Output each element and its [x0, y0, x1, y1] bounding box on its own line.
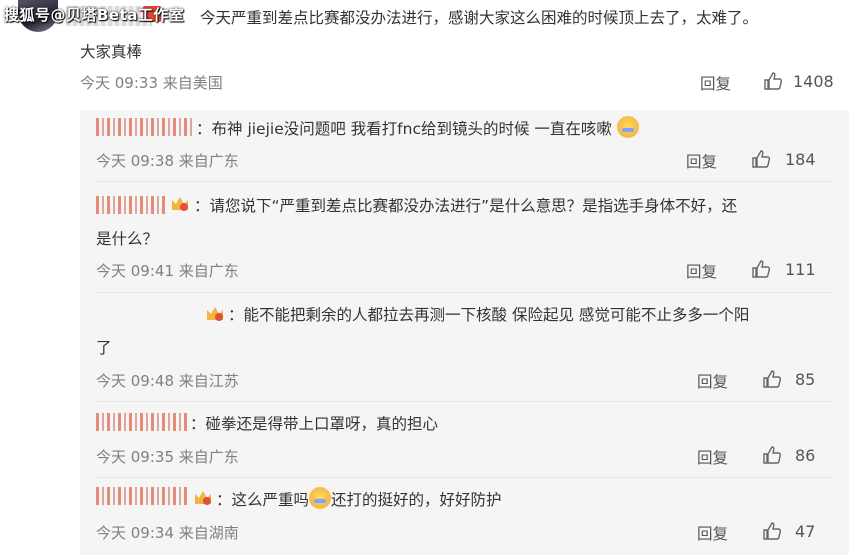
reply-username-blurred[interactable] [96, 196, 168, 214]
reply-timestamp: 今天 09:35 来自广东 [96, 448, 239, 466]
reply-username-blurred[interactable] [96, 118, 194, 136]
like-count: 1408 [793, 72, 834, 91]
divider [96, 401, 833, 402]
like-count: 184 [785, 150, 816, 169]
divider [96, 292, 833, 293]
reply-timestamp: 今天 09:34 来自湖南 [96, 524, 239, 542]
reply-button[interactable]: 回复 [697, 446, 728, 468]
thumbs-up-icon[interactable] [762, 521, 782, 541]
reply-text-continued: 了 [96, 339, 112, 357]
like-count: 85 [795, 370, 816, 389]
crown-badge-icon [170, 195, 190, 213]
crown-badge-icon [193, 489, 213, 507]
divider [96, 477, 833, 478]
reply-timestamp: 今天 09:38 来自广东 [96, 152, 239, 170]
reply-button[interactable]: 回复 [686, 150, 717, 172]
thumbs-up-icon[interactable] [751, 149, 771, 169]
like-count: 86 [795, 446, 816, 465]
crying-face-icon [616, 116, 639, 138]
divider [96, 181, 833, 182]
comment-text-continued: 大家真棒 [80, 43, 143, 61]
thumbs-up-icon[interactable] [751, 259, 771, 279]
reply-button[interactable]: 回复 [700, 72, 731, 94]
reply-text: ：这么严重吗 还打的挺好的，好好防护 [216, 485, 502, 515]
reply-timestamp: 今天 09:48 来自江苏 [96, 372, 239, 390]
reply-text: ：能不能把剩余的人都拉去再测一下核酸 保险起见 感觉可能不止多多一个阳 [228, 306, 750, 324]
comment-text: 今天严重到差点比赛都没办法进行，感谢大家这么困难的时候顶上去了，太难了。 [200, 9, 759, 27]
watermark: 搜狐号@贝塔Beta工作室 [4, 6, 185, 24]
reply-timestamp: 今天 09:41 来自广东 [96, 262, 239, 280]
thumbs-up-icon[interactable] [763, 71, 783, 91]
like-count: 111 [785, 260, 816, 279]
thumbs-up-icon[interactable] [762, 369, 782, 389]
reply-button[interactable]: 回复 [697, 370, 728, 392]
reply-username-blurred[interactable] [96, 487, 188, 505]
thumbs-up-icon[interactable] [762, 445, 782, 465]
reply-username-blurred[interactable] [96, 413, 188, 431]
reply-text: ：布神 jiejie没问题吧 我看打fnc给到镜头的时候 一直在咳嗽 [196, 114, 639, 144]
like-count: 47 [795, 522, 816, 541]
reply-text: ：碰拳还是得带上口罩呀，真的担心 [190, 415, 439, 433]
crying-face-icon [309, 487, 332, 509]
comment-timestamp: 今天 09:33 来自美国 [80, 74, 223, 92]
reply-button[interactable]: 回复 [697, 522, 728, 544]
reply-button[interactable]: 回复 [686, 260, 717, 282]
crown-badge-icon [205, 305, 225, 323]
reply-text: ：请您说下“严重到差点比赛都没办法进行”是什么意思？是指选手身体不好，还 [194, 197, 738, 215]
reply-text-continued: 是什么？ [96, 230, 159, 248]
